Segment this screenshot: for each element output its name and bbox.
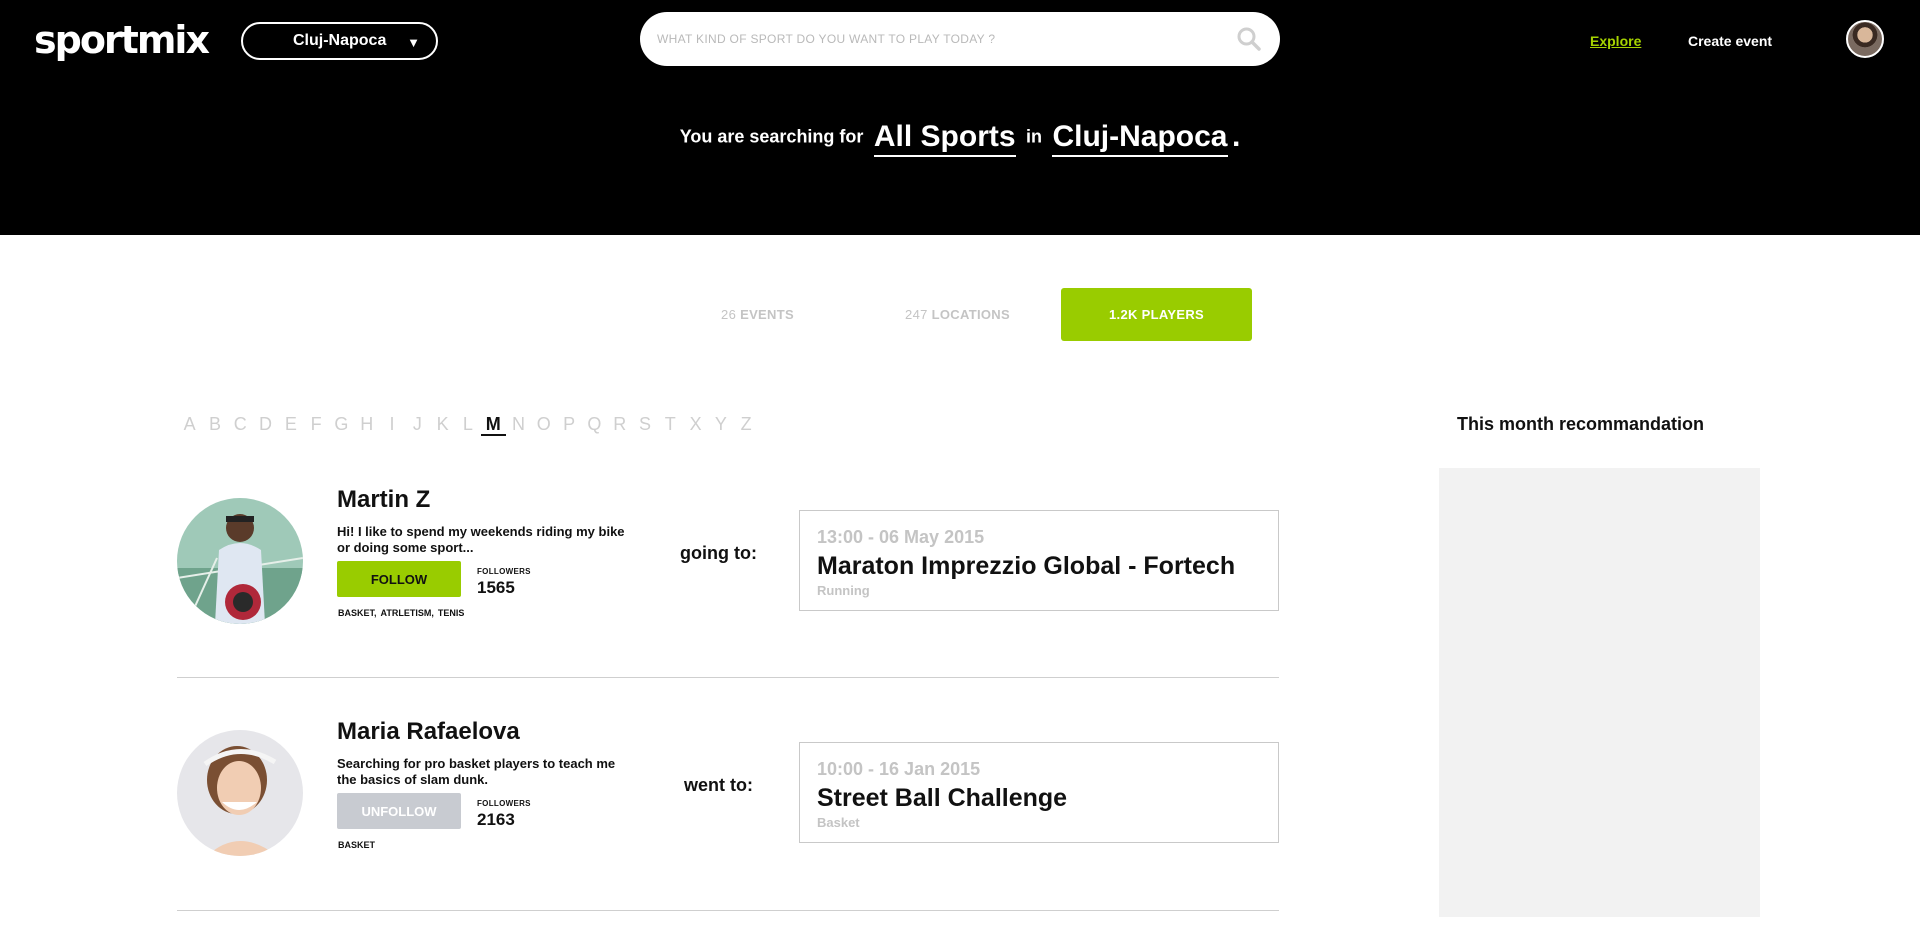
search-summary: You are searching for All Sports in Cluj…	[0, 120, 1920, 157]
player-sport-tags: BASKET	[338, 840, 375, 850]
row-divider	[177, 677, 1279, 678]
tab-events-count: 26	[721, 307, 737, 322]
alphabet-letter-p[interactable]: P	[556, 412, 581, 436]
player-photo[interactable]	[177, 730, 303, 856]
alphabet-letter-a[interactable]: A	[177, 412, 202, 436]
tab-locations[interactable]: 247 LOCATIONS	[862, 288, 1053, 341]
event-title: Maraton Imprezzio Global - Fortech	[817, 552, 1236, 580]
sport-tag[interactable]: TENIS	[438, 608, 465, 618]
alphabet-letter-k[interactable]: K	[430, 412, 455, 436]
caret-down-icon: ▼	[407, 35, 420, 50]
player-row: Maria Rafaelova Searching for pro basket…	[177, 700, 1279, 932]
player-row: Martin Z Hi! I like to spend my weekends…	[177, 468, 1279, 700]
player-bio: Searching for pro basket players to teac…	[337, 756, 616, 787]
event-relation-label: went to:	[684, 775, 753, 795]
player-sport-tags: BASKET, ATRLETISM, TENIS	[338, 608, 464, 618]
player-name[interactable]: Martin Z	[337, 486, 430, 514]
alphabet-letter-e[interactable]: E	[278, 412, 303, 436]
user-avatar[interactable]	[1846, 20, 1884, 58]
sport-tag[interactable]: BASKET	[338, 840, 375, 850]
unfollow-button[interactable]: UNFOLLOW	[337, 793, 461, 829]
player-photo-image	[177, 498, 303, 624]
event-card[interactable]: 10:00 - 16 Jan 2015 Street Ball Challeng…	[799, 742, 1279, 843]
alphabet-letter-l[interactable]: L	[455, 412, 480, 436]
alphabet-letter-s[interactable]: S	[632, 412, 657, 436]
tab-players-label: PLAYERS	[1141, 307, 1204, 322]
sport-tag[interactable]: ATRLETISM,	[381, 608, 434, 618]
alphabet-letter-x[interactable]: X	[683, 412, 708, 436]
alphabet-letter-h[interactable]: H	[354, 412, 379, 436]
follow-button[interactable]: FOLLOW	[337, 561, 461, 597]
alphabet-letter-m[interactable]: M	[480, 412, 506, 436]
event-relation-label: going to:	[680, 543, 757, 563]
alphabet-letter-g[interactable]: G	[329, 412, 354, 436]
summary-prefix: You are searching for	[679, 126, 864, 147]
site-header: sportmix Cluj-Napoca ▼ Explore Create ev…	[0, 0, 1920, 235]
event-title: Street Ball Challenge	[817, 784, 1068, 812]
alphabet-letter-d[interactable]: D	[253, 412, 278, 436]
followers-label: FOLLOWERS	[477, 567, 531, 576]
alphabet-letter-t[interactable]: T	[658, 412, 683, 436]
summary-sport-link[interactable]: All Sports	[873, 120, 1016, 157]
tab-locations-label: LOCATIONS	[931, 307, 1010, 322]
summary-city-link[interactable]: Cluj-Napoca	[1052, 120, 1228, 157]
followers-label: FOLLOWERS	[477, 799, 531, 808]
alphabet-letter-j[interactable]: J	[405, 412, 430, 436]
sportmix-logo[interactable]: sportmix	[34, 16, 210, 64]
event-sport: Running	[817, 583, 870, 598]
event-card[interactable]: 13:00 - 06 May 2015 Maraton Imprezzio Gl…	[799, 510, 1279, 611]
event-time: 13:00 - 06 May 2015	[817, 527, 985, 547]
alphabet-letter-r[interactable]: R	[607, 412, 632, 436]
alphabet-letter-c[interactable]: C	[228, 412, 253, 436]
summary-suffix: .	[1231, 120, 1241, 153]
tab-players-count: 1.2K	[1109, 307, 1138, 322]
alphabet-filter: ABCDEFGHIJKLMNOPQRSTXYZ	[177, 412, 759, 436]
event-time: 10:00 - 16 Jan 2015	[817, 759, 981, 779]
alphabet-letter-b[interactable]: B	[202, 412, 227, 436]
alphabet-letter-q[interactable]: Q	[582, 412, 607, 436]
recommendation-panel	[1439, 468, 1760, 917]
nav-create-event-link[interactable]: Create event	[1688, 33, 1772, 49]
followers-count: 1565	[477, 578, 515, 597]
alphabet-letter-n[interactable]: N	[506, 412, 531, 436]
player-photo-image	[177, 730, 303, 856]
followers-count: 2163	[477, 810, 515, 829]
tab-players[interactable]: 1.2K PLAYERS	[1061, 288, 1252, 341]
player-name[interactable]: Maria Rafaelova	[337, 718, 520, 746]
alphabet-letter-f[interactable]: F	[303, 412, 328, 436]
player-bio: Hi! I like to spend my weekends riding m…	[337, 524, 625, 555]
summary-connector: in	[1026, 126, 1043, 147]
alphabet-letter-i[interactable]: I	[379, 412, 404, 436]
player-photo[interactable]	[177, 498, 303, 624]
alphabet-letter-o[interactable]: O	[531, 412, 556, 436]
sport-tag[interactable]: BASKET,	[338, 608, 377, 618]
recommendation-title: This month recommandation	[1457, 414, 1705, 434]
city-dropdown-value: Cluj-Napoca	[293, 32, 387, 49]
tab-locations-count: 247	[905, 307, 928, 322]
alphabet-letter-z[interactable]: Z	[734, 412, 759, 436]
alphabet-letter-y[interactable]: Y	[708, 412, 733, 436]
nav-explore-link[interactable]: Explore	[1590, 33, 1641, 49]
search-bar	[640, 12, 1280, 66]
tab-events-label: EVENTS	[740, 307, 794, 322]
tab-events[interactable]: 26 EVENTS	[662, 288, 853, 341]
search-icon[interactable]	[1236, 26, 1262, 52]
search-input[interactable]	[657, 28, 1217, 50]
city-dropdown[interactable]: Cluj-Napoca ▼	[241, 22, 438, 60]
event-sport: Basket	[817, 815, 860, 830]
row-divider	[177, 910, 1279, 911]
